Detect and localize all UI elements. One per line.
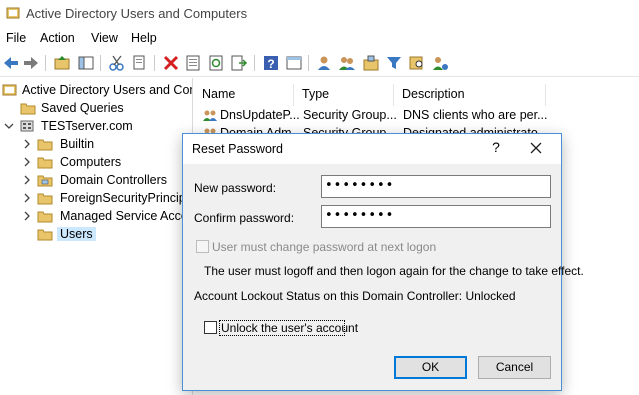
folder-icon bbox=[37, 139, 53, 151]
help-icon[interactable]: ? bbox=[262, 54, 280, 72]
properties-icon[interactable] bbox=[184, 54, 202, 72]
cancel-button[interactable]: Cancel bbox=[478, 356, 551, 379]
copy-icon[interactable] bbox=[130, 54, 148, 72]
console-view-icon[interactable] bbox=[285, 54, 303, 72]
column-header-description[interactable]: Description bbox=[394, 84, 546, 106]
menu-help[interactable]: Help bbox=[131, 31, 157, 45]
new-ou-icon[interactable] bbox=[362, 54, 380, 72]
folder-icon bbox=[37, 229, 53, 241]
reset-password-dialog: Reset Password ? New password: •••••••• … bbox=[182, 133, 584, 391]
chevron-right-icon[interactable] bbox=[22, 211, 32, 221]
console-tree: Active Directory Users and Com Saved Que… bbox=[0, 78, 193, 395]
up-folder-icon[interactable] bbox=[53, 54, 71, 72]
new-group-icon[interactable] bbox=[338, 54, 356, 72]
svg-text:?: ? bbox=[267, 57, 274, 71]
dialog-titlebar: Reset Password ? bbox=[183, 134, 561, 164]
folder-icon bbox=[37, 157, 53, 169]
must-change-password-label: User must change password at next logon bbox=[212, 240, 437, 254]
chevron-right-icon[interactable] bbox=[22, 193, 32, 203]
menu-bar: File Action View Help bbox=[0, 28, 639, 50]
dialog-title: Reset Password bbox=[192, 142, 284, 156]
chevron-right-icon[interactable] bbox=[22, 139, 32, 149]
toolbar: ? bbox=[0, 50, 639, 77]
confirm-password-field[interactable]: •••••••• bbox=[321, 205, 551, 228]
forward-arrow-icon[interactable] bbox=[22, 54, 40, 72]
column-header-type[interactable]: Type bbox=[294, 84, 394, 106]
add-to-group-icon[interactable] bbox=[431, 54, 449, 72]
must-change-password-checkbox[interactable] bbox=[196, 240, 209, 253]
chevron-right-icon[interactable] bbox=[22, 175, 32, 185]
unlock-account-checkbox[interactable] bbox=[204, 321, 217, 334]
export-list-icon[interactable] bbox=[230, 54, 248, 72]
confirm-password-label: Confirm password: bbox=[194, 211, 295, 225]
tree-root[interactable]: Active Directory Users and Com bbox=[2, 82, 192, 100]
list-item-type: Security Group... bbox=[303, 108, 397, 122]
menu-action[interactable]: Action bbox=[40, 31, 75, 45]
find-icon[interactable] bbox=[408, 54, 426, 72]
new-password-field[interactable]: •••••••• bbox=[321, 175, 551, 198]
ok-button[interactable]: OK bbox=[394, 356, 467, 379]
new-user-icon[interactable] bbox=[315, 54, 333, 72]
column-header-name[interactable]: Name bbox=[194, 84, 294, 106]
aduc-app-icon bbox=[6, 7, 20, 19]
window-titlebar: Active Directory Users and Computers bbox=[0, 0, 639, 28]
folder-icon bbox=[20, 103, 36, 115]
help-button[interactable]: ? bbox=[489, 139, 503, 155]
filter-icon[interactable] bbox=[385, 54, 403, 72]
refresh-icon[interactable] bbox=[207, 54, 225, 72]
ou-folder-icon bbox=[37, 175, 53, 187]
list-item-name[interactable]: DnsUpdateP... bbox=[220, 108, 300, 122]
folder-icon bbox=[37, 193, 53, 205]
chevron-down-icon[interactable] bbox=[4, 121, 14, 131]
unlock-account-label[interactable]: Unlock the user's account bbox=[221, 321, 358, 335]
back-arrow-icon[interactable] bbox=[2, 54, 20, 72]
lockout-status: Account Lockout Status on this Domain Co… bbox=[194, 289, 516, 303]
list-item-description: DNS clients who are per... bbox=[403, 108, 548, 122]
cut-icon[interactable] bbox=[108, 54, 126, 72]
new-password-label: New password: bbox=[194, 181, 277, 195]
menu-file[interactable]: File bbox=[6, 31, 26, 45]
menu-view[interactable]: View bbox=[91, 31, 118, 45]
chevron-right-icon[interactable] bbox=[22, 157, 32, 167]
close-icon[interactable] bbox=[529, 141, 543, 155]
show-hide-console-tree-icon[interactable] bbox=[77, 54, 95, 72]
tree-root-label: Active Directory Users and Com bbox=[22, 83, 193, 97]
window-title: Active Directory Users and Computers bbox=[26, 6, 248, 21]
aduc-root-icon bbox=[2, 84, 17, 96]
domain-icon bbox=[20, 120, 34, 132]
delete-icon[interactable] bbox=[162, 54, 180, 72]
folder-icon bbox=[37, 211, 53, 223]
logoff-note: The user must logoff and then logon agai… bbox=[204, 264, 584, 278]
security-group-icon bbox=[203, 110, 217, 121]
